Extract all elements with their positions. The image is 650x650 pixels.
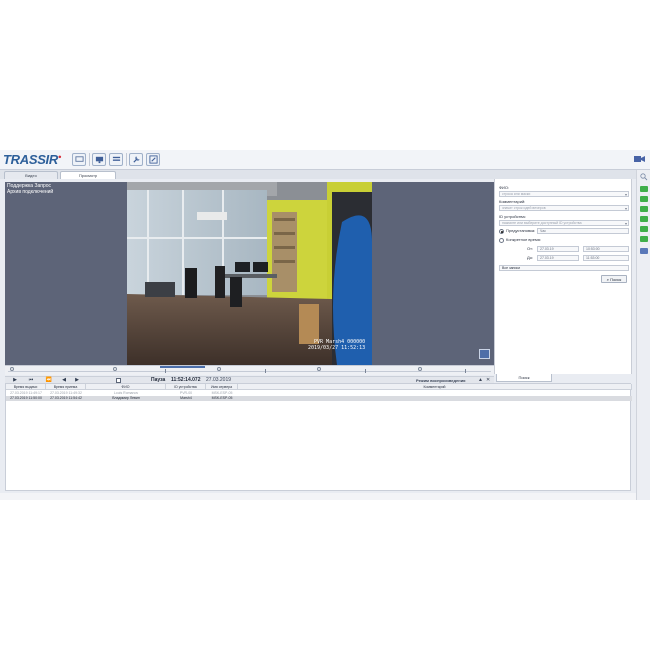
green-camera-button[interactable] [640, 216, 648, 222]
timeline-selection[interactable] [160, 366, 205, 368]
timeline-marker[interactable] [113, 367, 117, 371]
edit-icon [148, 155, 158, 164]
device-label: ID устройства: [499, 214, 526, 219]
search-button[interactable]: ⌕ Поиск [601, 275, 627, 283]
fio-input[interactable]: строка или маски ▾ [499, 191, 629, 197]
chevron-down-icon: ▾ [624, 221, 627, 226]
from-label: От: [527, 246, 534, 251]
toolbar-divider [126, 153, 127, 166]
chevron-down-icon: ▾ [624, 192, 627, 197]
camera-icon[interactable] [634, 155, 645, 163]
table-header: Время выдачи Время приема ФИО ID устройс… [6, 384, 632, 390]
edit-icon-button[interactable] [146, 153, 160, 166]
timeline-marker[interactable] [217, 367, 221, 371]
list-icon [112, 156, 120, 161]
preset-radio[interactable] [499, 229, 504, 234]
timeline-tick [465, 369, 466, 373]
timeline-marker[interactable] [418, 367, 422, 371]
toolbar-divider [89, 153, 90, 166]
timeline-marker[interactable] [317, 367, 321, 371]
timeline-tick [265, 369, 266, 373]
to-time-input[interactable]: 11:53:00 [583, 255, 629, 261]
to-date-input[interactable]: 27.03.19 [537, 255, 579, 261]
tab-search[interactable]: Поиск [496, 374, 552, 382]
osd-timestamp: PVR Marsh4 000000 2019/03/27 11:52:13 [308, 339, 366, 351]
camera-frame: PVR Marsh4 000000 2019/03/27 11:52:13 [127, 182, 372, 365]
display-icon-button[interactable] [72, 153, 86, 166]
video-viewport[interactable]: Поддержка Запрос Архив подключений PVR M… [5, 182, 494, 365]
chevron-down-icon: ▾ [624, 206, 627, 211]
status-bar [0, 493, 636, 500]
timeline-tick [165, 369, 166, 373]
col-server-name[interactable]: Имя сервера [206, 384, 238, 390]
display-icon [74, 156, 84, 162]
comment-label: Комментарий: [499, 199, 526, 204]
trassir-app-window: TRASSIR● Видео Просмотр Поддержка Запрос… [0, 150, 650, 500]
right-side-strip [636, 170, 650, 500]
search-icon[interactable] [640, 173, 648, 181]
app-logo: TRASSIR● [3, 152, 62, 167]
settings-icon-button[interactable] [129, 153, 143, 166]
tab-video[interactable]: Видео [4, 171, 58, 179]
blue-panel-button[interactable] [640, 248, 648, 254]
green-camera-button[interactable] [640, 226, 648, 232]
results-table: Время выдачи Время приема ФИО ID устройс… [5, 383, 632, 491]
office-scene-image [127, 182, 372, 365]
col-comment[interactable]: Комментарий [238, 384, 632, 390]
col-issue-time[interactable]: Время выдачи [6, 384, 46, 390]
green-camera-button[interactable] [640, 206, 648, 212]
timeline-track [8, 371, 491, 372]
green-camera-button[interactable] [640, 186, 648, 192]
main-toolbar: TRASSIR● [0, 150, 650, 170]
osd-left-info: Поддержка Запрос Архив подключений [7, 183, 54, 195]
archive-timeline[interactable] [5, 365, 494, 375]
device-input[interactable]: нажмите или выберите доступный ID устрой… [499, 220, 629, 226]
specific-time-label: Конкретное время: [506, 237, 542, 242]
list-icon-button[interactable] [109, 153, 123, 166]
green-camera-button[interactable] [640, 196, 648, 202]
wrench-icon [132, 156, 140, 163]
col-receive-time[interactable]: Время приема [46, 384, 86, 390]
monitor-icon-button[interactable] [92, 153, 106, 166]
preset-radio-label: Предустановка: [506, 228, 536, 233]
timeline-marker[interactable] [10, 367, 14, 371]
fullscreen-button[interactable] [479, 349, 490, 359]
records-select[interactable]: Все записи [499, 265, 629, 271]
tab-view[interactable]: Просмотр [60, 171, 116, 179]
preset-select[interactable]: Час [537, 228, 629, 234]
col-fio[interactable]: ФИО [86, 384, 166, 390]
from-time-input[interactable]: 10:53:00 [583, 246, 629, 252]
from-date-input[interactable]: 27.03.19 [537, 246, 579, 252]
fio-label: ФИО: [499, 185, 510, 190]
search-icon: ⌕ [606, 277, 610, 282]
to-label: До: [527, 255, 534, 260]
comment-input[interactable]: значит строк идей вечеров ▾ [499, 205, 629, 211]
green-camera-button[interactable] [640, 236, 648, 242]
tab-bar: Видео Просмотр [0, 170, 636, 179]
table-row-selected[interactable]: 27.03.2019 11:50:00 27.03.2019 11:54:42 … [6, 396, 632, 401]
col-device-id[interactable]: ID устройства [166, 384, 206, 390]
timeline-tick [365, 369, 366, 373]
specific-time-radio[interactable] [499, 238, 504, 243]
monitor-icon [95, 156, 103, 164]
